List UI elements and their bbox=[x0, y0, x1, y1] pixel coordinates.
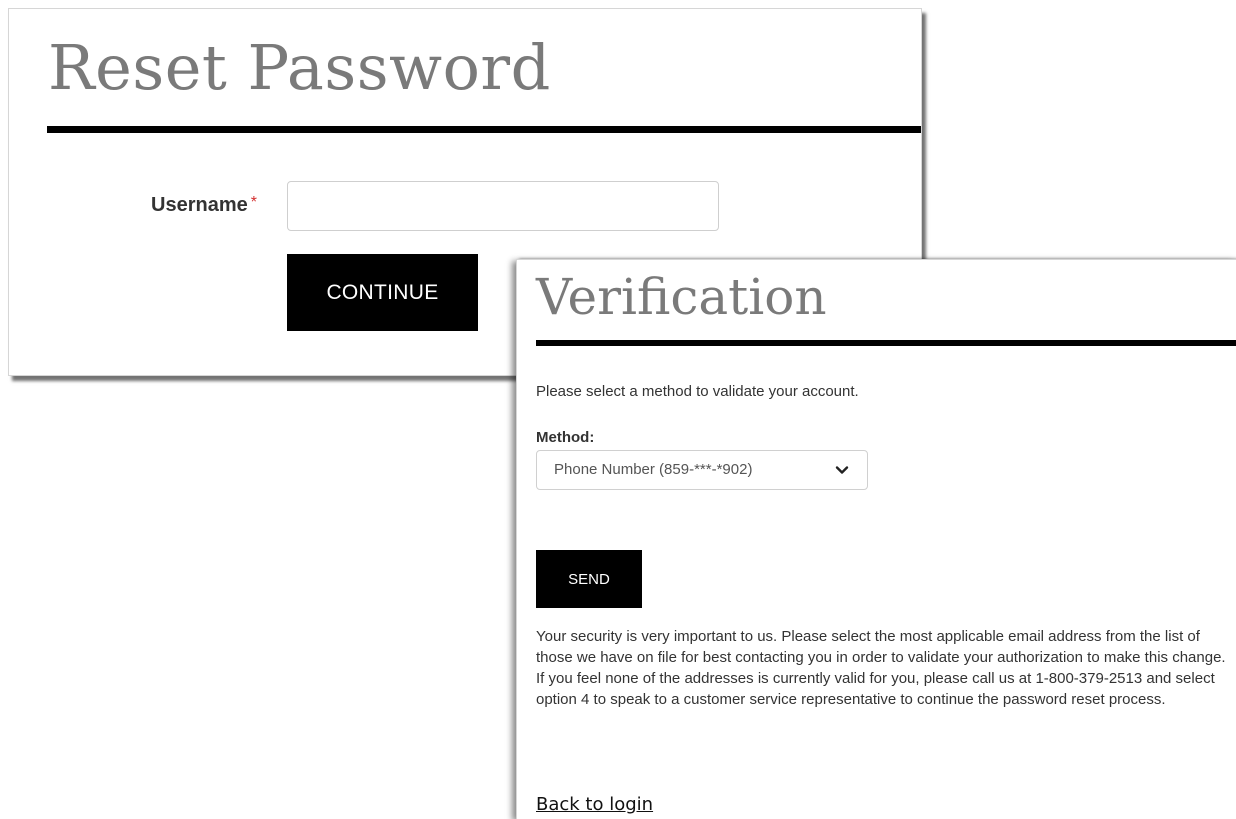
verification-title: Verification bbox=[536, 268, 827, 326]
username-label-text: Username bbox=[151, 194, 248, 216]
back-to-login-link[interactable]: Back to login bbox=[536, 794, 653, 815]
continue-button[interactable]: CONTINUE bbox=[287, 254, 478, 331]
method-select[interactable]: Phone Number (859-***-*902) bbox=[536, 450, 868, 490]
page-title: Reset Password bbox=[48, 31, 551, 104]
method-selected-value: Phone Number (859-***-*902) bbox=[554, 461, 753, 478]
username-input[interactable] bbox=[287, 181, 719, 231]
verification-panel: Verification Please select a method to v… bbox=[516, 259, 1236, 819]
security-message: Your security is very important to us. P… bbox=[536, 628, 1226, 708]
verification-divider bbox=[536, 340, 1236, 346]
method-label: Method: bbox=[536, 429, 595, 446]
send-button[interactable]: SEND bbox=[536, 550, 642, 608]
title-divider bbox=[47, 126, 921, 133]
required-marker: * bbox=[250, 194, 257, 211]
verification-prompt: Please select a method to validate your … bbox=[536, 383, 859, 400]
chevron-down-icon bbox=[835, 466, 849, 474]
username-label: Username * bbox=[151, 194, 257, 217]
